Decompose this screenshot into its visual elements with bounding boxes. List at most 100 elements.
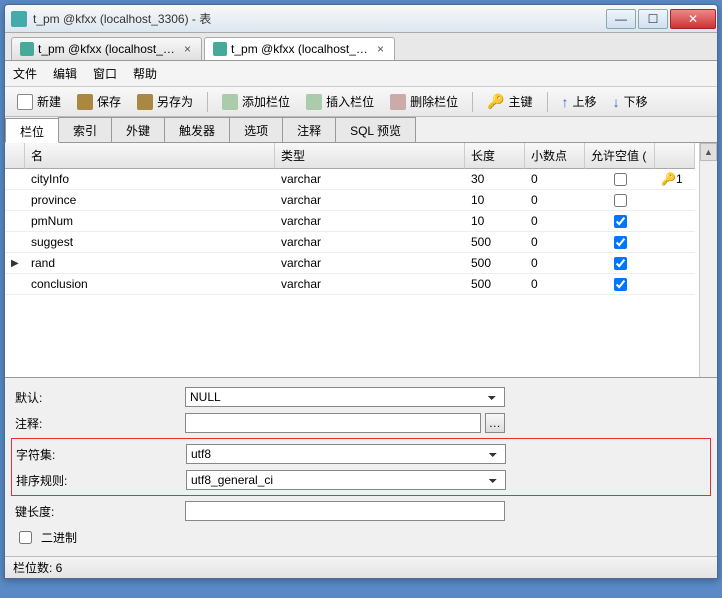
binary-checkbox[interactable] [19, 531, 32, 544]
statusbar: 栏位数: 6 [5, 556, 717, 578]
nullable-checkbox[interactable] [614, 215, 627, 228]
row-marker[interactable]: ▶ [5, 253, 25, 274]
cell-decimals[interactable]: 0 [525, 274, 585, 295]
cell-key[interactable]: 🔑1 [655, 169, 695, 190]
row-marker[interactable] [5, 274, 25, 295]
menu-file[interactable]: 文件 [13, 65, 37, 82]
separator [472, 92, 473, 112]
tab-columns[interactable]: 栏位 [5, 118, 59, 143]
cell-key[interactable] [655, 253, 695, 274]
primary-key-button[interactable]: 🔑主键 [481, 91, 538, 112]
cell-nullable[interactable] [585, 169, 655, 190]
vertical-scrollbar[interactable]: ▲ [699, 143, 717, 377]
cell-nullable[interactable] [585, 232, 655, 253]
cell-length[interactable]: 500 [465, 232, 525, 253]
cell-type[interactable]: varchar [275, 169, 465, 190]
tab-triggers[interactable]: 触发器 [164, 117, 230, 142]
save-button[interactable]: 保存 [71, 91, 127, 112]
maximize-button[interactable]: ☐ [638, 9, 668, 29]
minimize-button[interactable]: — [606, 9, 636, 29]
cell-decimals[interactable]: 0 [525, 190, 585, 211]
move-up-button[interactable]: ↑上移 [556, 91, 603, 112]
cell-decimals[interactable]: 0 [525, 211, 585, 232]
arrow-down-icon: ↓ [613, 94, 620, 110]
insert-column-button[interactable]: 插入栏位 [300, 91, 380, 112]
row-marker[interactable] [5, 211, 25, 232]
scroll-up-icon[interactable]: ▲ [700, 143, 717, 161]
cell-name[interactable]: rand [25, 253, 275, 274]
cell-decimals[interactable]: 0 [525, 232, 585, 253]
tab-options[interactable]: 选项 [229, 117, 283, 142]
keylength-input[interactable] [185, 501, 505, 521]
cell-type[interactable]: varchar [275, 190, 465, 211]
cell-decimals[interactable]: 0 [525, 253, 585, 274]
cell-name[interactable]: cityInfo [25, 169, 275, 190]
tab-sql-preview[interactable]: SQL 预览 [335, 117, 416, 142]
cell-decimals[interactable]: 0 [525, 169, 585, 190]
move-down-button[interactable]: ↓下移 [607, 91, 654, 112]
window-title: t_pm @kfxx (localhost_3306) - 表 [33, 10, 605, 27]
add-column-icon [222, 94, 238, 110]
nullable-checkbox[interactable] [614, 236, 627, 249]
tab-close-icon[interactable]: × [182, 42, 193, 56]
cell-length[interactable]: 10 [465, 190, 525, 211]
tab-close-icon[interactable]: × [375, 42, 386, 56]
nullable-checkbox[interactable] [614, 194, 627, 207]
col-decimals-header[interactable]: 小数点 [525, 143, 585, 169]
document-tab-active[interactable]: t_pm @kfxx (localhost_3... × [204, 37, 395, 60]
menu-edit[interactable]: 编辑 [53, 65, 77, 82]
comment-input[interactable] [185, 413, 481, 433]
cell-type[interactable]: varchar [275, 274, 465, 295]
menu-help[interactable]: 帮助 [133, 65, 157, 82]
close-button[interactable]: ✕ [670, 9, 716, 29]
comment-expand-button[interactable]: … [485, 413, 505, 433]
tab-label: t_pm @kfxx (localhost_3... [231, 42, 371, 56]
menu-window[interactable]: 窗口 [93, 65, 117, 82]
titlebar[interactable]: t_pm @kfxx (localhost_3306) - 表 — ☐ ✕ [5, 5, 717, 33]
comment-label: 注释: [15, 415, 185, 432]
cell-name[interactable]: conclusion [25, 274, 275, 295]
nullable-checkbox[interactable] [614, 257, 627, 270]
col-type-header[interactable]: 类型 [275, 143, 465, 169]
cell-nullable[interactable] [585, 253, 655, 274]
cell-nullable[interactable] [585, 274, 655, 295]
cell-key[interactable] [655, 190, 695, 211]
saveas-button[interactable]: 另存为 [131, 91, 199, 112]
cell-length[interactable]: 500 [465, 253, 525, 274]
cell-name[interactable]: province [25, 190, 275, 211]
nullable-checkbox[interactable] [614, 173, 627, 186]
row-marker[interactable] [5, 190, 25, 211]
col-nullable-header[interactable]: 允许空值 ( [585, 143, 655, 169]
cell-type[interactable]: varchar [275, 211, 465, 232]
cell-name[interactable]: suggest [25, 232, 275, 253]
collation-select[interactable]: utf8_general_ci [186, 470, 506, 490]
cell-key[interactable] [655, 211, 695, 232]
row-marker[interactable] [5, 169, 25, 190]
col-key-header[interactable] [655, 143, 695, 169]
col-length-header[interactable]: 长度 [465, 143, 525, 169]
cell-nullable[interactable] [585, 211, 655, 232]
cell-nullable[interactable] [585, 190, 655, 211]
row-marker[interactable] [5, 232, 25, 253]
cell-length[interactable]: 10 [465, 211, 525, 232]
cell-length[interactable]: 500 [465, 274, 525, 295]
add-column-button[interactable]: 添加栏位 [216, 91, 296, 112]
cell-length[interactable]: 30 [465, 169, 525, 190]
cell-name[interactable]: pmNum [25, 211, 275, 232]
default-select[interactable]: NULL [185, 387, 505, 407]
charset-select[interactable]: utf8 [186, 444, 506, 464]
cell-type[interactable]: varchar [275, 232, 465, 253]
cell-key[interactable] [655, 274, 695, 295]
document-tab[interactable]: t_pm @kfxx (localhost_3... × [11, 37, 202, 60]
col-name-header[interactable]: 名 [25, 143, 275, 169]
app-icon [11, 11, 27, 27]
cell-key[interactable] [655, 232, 695, 253]
nullable-checkbox[interactable] [614, 278, 627, 291]
tab-indexes[interactable]: 索引 [58, 117, 112, 142]
tab-foreignkeys[interactable]: 外键 [111, 117, 165, 142]
delete-column-button[interactable]: 删除栏位 [384, 91, 464, 112]
tab-comment[interactable]: 注释 [282, 117, 336, 142]
toolbar: 新建 保存 另存为 添加栏位 插入栏位 删除栏位 🔑主键 ↑上移 ↓下移 [5, 87, 717, 117]
cell-type[interactable]: varchar [275, 253, 465, 274]
new-button[interactable]: 新建 [11, 91, 67, 112]
